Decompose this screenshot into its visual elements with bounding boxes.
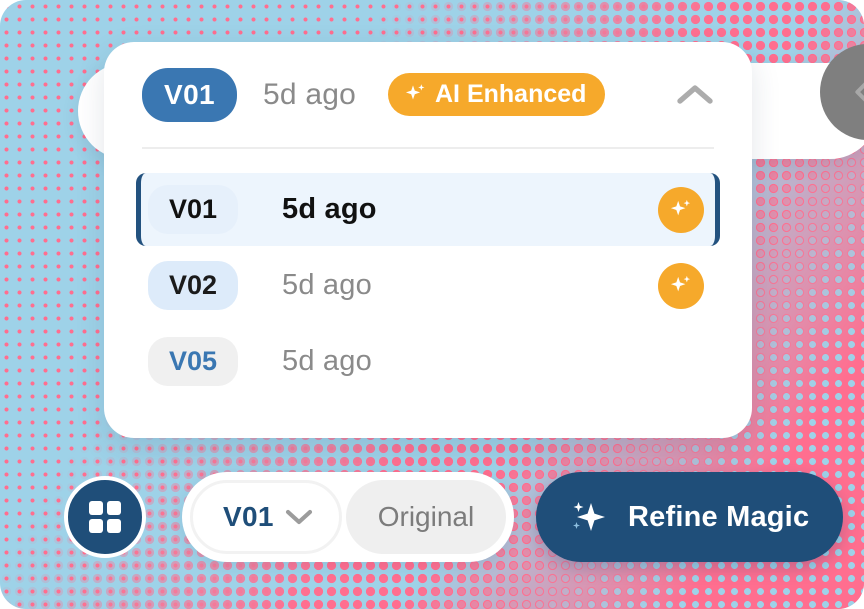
chevron-up-icon [677, 84, 713, 104]
version-timestamp: 5d ago [282, 269, 372, 301]
version-list: V01 5d ago V02 5d ago V05 5d ago [104, 149, 752, 398]
ai-enhanced-label: AI Enhanced [435, 80, 587, 108]
version-row-v05[interactable]: V05 5d ago [136, 325, 720, 398]
sparkle-icon [573, 502, 605, 531]
refine-magic-button[interactable]: Refine Magic [536, 472, 844, 562]
ai-enhanced-indicator [658, 186, 704, 233]
sparkle-icon [405, 84, 425, 100]
ai-enhanced-badge[interactable]: AI Enhanced [388, 73, 606, 116]
header-timestamp: 5d ago [263, 77, 356, 111]
version-row-v01[interactable]: V01 5d ago [136, 173, 720, 246]
chevron-down-icon [285, 509, 312, 525]
chevron-left-icon [855, 82, 864, 102]
refine-magic-label: Refine Magic [628, 500, 810, 533]
version-badge: V02 [148, 261, 238, 310]
app-root: V01 5d ago AI Enhanced V01 5d ago V02 5d… [0, 0, 864, 609]
ai-enhanced-indicator [658, 262, 704, 309]
version-timestamp: 5d ago [282, 193, 377, 225]
grid-2x2-icon [89, 501, 121, 533]
collapse-panel-button[interactable] [672, 72, 718, 118]
view-switch: V01 Original [182, 472, 515, 562]
version-row-v02[interactable]: V02 5d ago [136, 249, 720, 322]
grid-view-button[interactable] [64, 476, 146, 558]
version-timestamp: 5d ago [282, 345, 372, 377]
header-version-badge[interactable]: V01 [142, 67, 238, 122]
version-select-value: V01 [223, 501, 274, 532]
panel-header: V01 5d ago AI Enhanced [104, 42, 752, 147]
version-select-dropdown[interactable]: V01 [190, 480, 342, 554]
sparkle-icon [670, 199, 691, 215]
version-dropdown-panel: V01 5d ago AI Enhanced V01 5d ago V02 5d… [104, 42, 752, 438]
version-badge: V05 [148, 337, 238, 386]
version-badge: V01 [148, 185, 238, 234]
sparkle-icon [670, 275, 691, 291]
original-tab[interactable]: Original [345, 480, 507, 554]
